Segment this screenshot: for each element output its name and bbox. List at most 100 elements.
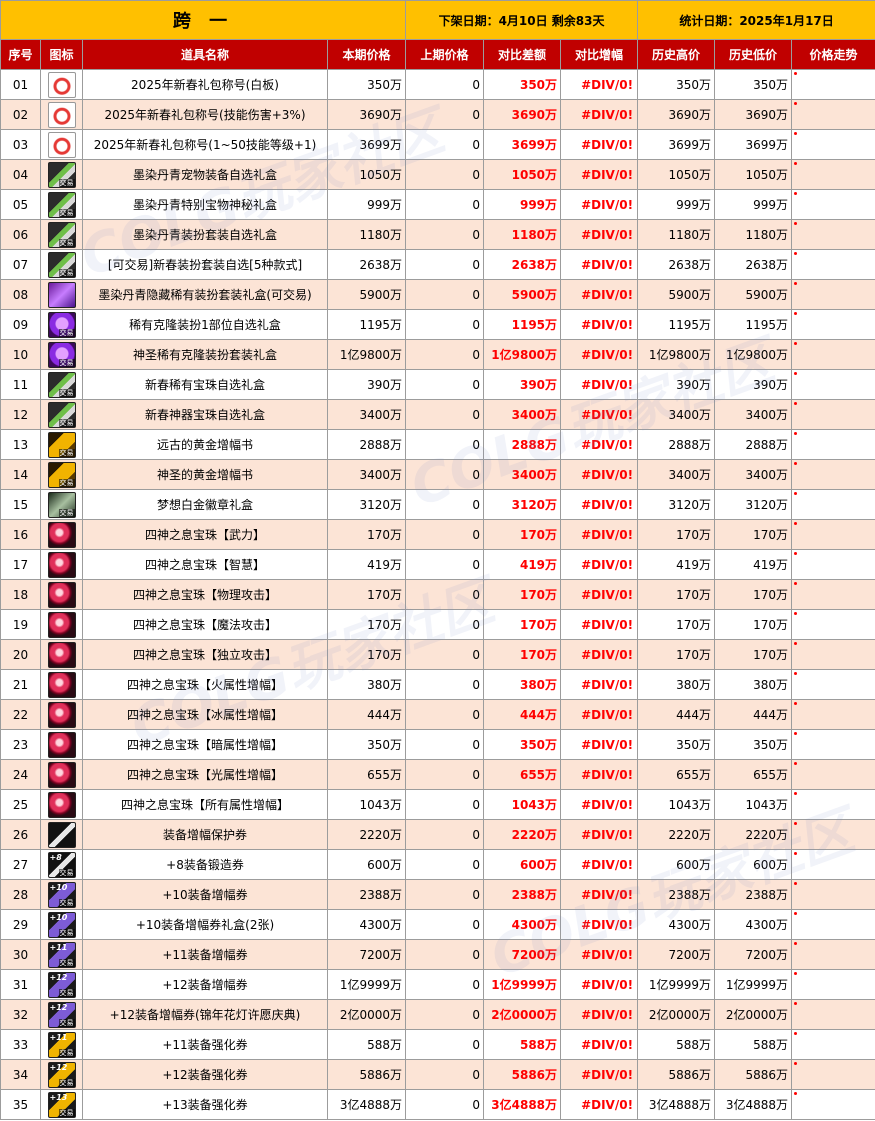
row-number: 10 — [0, 339, 41, 370]
price-change-rate: #DIV/0! — [560, 1029, 639, 1060]
gold-ticket-icon: +12 交易 — [47, 1061, 76, 1088]
trend-marker — [794, 882, 798, 885]
price-change-rate: #DIV/0! — [560, 1059, 639, 1090]
table-row: 07 交易 [可交易]新春装扮套装自选[5种款式] 2638万 0 2638万 #DIV/0… — [0, 249, 875, 280]
row-number: 16 — [0, 519, 41, 550]
history-high: 4300万 — [637, 909, 716, 940]
icon-cell — [40, 129, 83, 160]
icon-cell: 交易 — [40, 309, 83, 340]
icon-cell — [40, 609, 83, 640]
history-low: 3690万 — [714, 99, 793, 130]
row-number: 22 — [0, 699, 41, 730]
item-name: 四神之息宝珠【智慧】 — [82, 549, 328, 580]
row-number: 13 — [0, 429, 41, 460]
price-difference: 2220万 — [483, 819, 562, 850]
current-price: 350万 — [326, 69, 407, 100]
table-row: 15 交易 梦想白金徽章礼盒 3120万 0 3120万 #DIV/0! 3120万 3120万 — [0, 489, 875, 520]
history-high: 3699万 — [637, 129, 716, 160]
price-change-rate: #DIV/0! — [560, 339, 639, 370]
history-low: 170万 — [714, 639, 793, 670]
banner-row: 跨 一 下架日期：4月10日 剩余83天 统计日期：2025年1月17日 — [0, 0, 875, 40]
current-price: 2388万 — [326, 879, 407, 910]
row-number: 19 — [0, 609, 41, 640]
current-price: 2220万 — [326, 819, 407, 850]
trend-marker — [794, 282, 798, 285]
previous-price: 0 — [405, 609, 485, 640]
price-difference: 390万 — [483, 369, 562, 400]
row-number: 31 — [0, 969, 41, 1000]
price-change-rate: #DIV/0! — [560, 489, 639, 520]
price-difference: 2388万 — [483, 879, 562, 910]
trend-marker — [794, 1002, 798, 1005]
previous-price: 0 — [405, 429, 485, 460]
icon-cell — [40, 549, 83, 580]
price-trend-cell — [791, 519, 875, 550]
price-trend-cell — [791, 879, 875, 910]
price-difference: 5900万 — [483, 279, 562, 310]
history-low: 5886万 — [714, 1059, 793, 1090]
item-name: +13装备强化券 — [82, 1089, 328, 1120]
trade-tag: 交易 — [58, 448, 75, 457]
price-difference: 2888万 — [483, 429, 562, 460]
price-change-rate: #DIV/0! — [560, 99, 639, 130]
price-difference: 444万 — [483, 699, 562, 730]
badge-icon: 交易 — [47, 491, 76, 518]
history-low: 588万 — [714, 1029, 793, 1060]
history-low: 2亿0000万 — [714, 999, 793, 1030]
price-change-rate: #DIV/0! — [560, 789, 639, 820]
plus-level-label: +10 — [49, 912, 68, 922]
trade-tag: 交易 — [58, 898, 75, 907]
trade-tag: 交易 — [58, 328, 75, 337]
table-row: 01 2025年新春礼包称号(白板) 350万 0 350万 #DIV/0! 350万 350… — [0, 69, 875, 100]
row-number: 18 — [0, 579, 41, 610]
history-high: 3400万 — [637, 399, 716, 430]
orb-icon — [47, 551, 76, 578]
plus-ticket-icon: +12 交易 — [47, 971, 76, 998]
price-change-rate: #DIV/0! — [560, 309, 639, 340]
current-price: 3400万 — [326, 459, 407, 490]
trend-marker — [794, 252, 798, 255]
trend-marker — [794, 162, 798, 165]
price-trend-cell — [791, 939, 875, 970]
plus-ticket-icon: +11 交易 — [47, 941, 76, 968]
item-name: 四神之息宝珠【火属性增幅】 — [82, 669, 328, 700]
current-price: 1195万 — [326, 309, 407, 340]
item-name: 四神之息宝珠【所有属性增幅】 — [82, 789, 328, 820]
trade-tag: 交易 — [58, 928, 75, 937]
trade-tag: 交易 — [58, 1108, 75, 1117]
price-trend-cell — [791, 159, 875, 190]
current-price: 7200万 — [326, 939, 407, 970]
previous-price: 0 — [405, 129, 485, 160]
table-row: 21 四神之息宝珠【火属性增幅】 380万 0 380万 #DIV/0! 380万 380万 — [0, 669, 875, 700]
row-number: 26 — [0, 819, 41, 850]
price-trend-cell — [791, 189, 875, 220]
trade-tag: 交易 — [58, 1048, 75, 1057]
plus-level-label: +8 — [49, 852, 62, 862]
item-name: 2025年新春礼包称号(1~50技能等级+1) — [82, 129, 328, 160]
price-trend-cell — [791, 1089, 875, 1120]
gift-icon — [47, 101, 76, 128]
book-icon: 交易 — [47, 461, 76, 488]
table-row: 35 +13 交易 +13装备强化券 3亿4888万 0 3亿4888万 #DIV/0! 3亿4… — [0, 1089, 875, 1120]
previous-price: 0 — [405, 249, 485, 280]
previous-price: 0 — [405, 1059, 485, 1090]
current-price: 3亿4888万 — [326, 1089, 407, 1120]
brush-icon: 交易 — [47, 191, 76, 218]
table-row: 20 四神之息宝珠【独立攻击】 170万 0 170万 #DIV/0! 170万 170万 — [0, 639, 875, 670]
trade-tag: 交易 — [58, 358, 75, 367]
history-low: 170万 — [714, 579, 793, 610]
price-trend-cell — [791, 699, 875, 730]
icon-cell: 交易 — [40, 399, 83, 430]
trend-marker — [794, 522, 798, 525]
price-difference: 3400万 — [483, 459, 562, 490]
icon-cell — [40, 519, 83, 550]
icon-cell — [40, 639, 83, 670]
row-number: 21 — [0, 669, 41, 700]
previous-price: 0 — [405, 159, 485, 190]
item-name: +10装备增幅券礼盒(2张) — [82, 909, 328, 940]
price-difference: 3690万 — [483, 99, 562, 130]
icon-cell: 交易 — [40, 489, 83, 520]
item-name: +10装备增幅券 — [82, 879, 328, 910]
price-trend-cell — [791, 759, 875, 790]
item-name: 四神之息宝珠【魔法攻击】 — [82, 609, 328, 640]
